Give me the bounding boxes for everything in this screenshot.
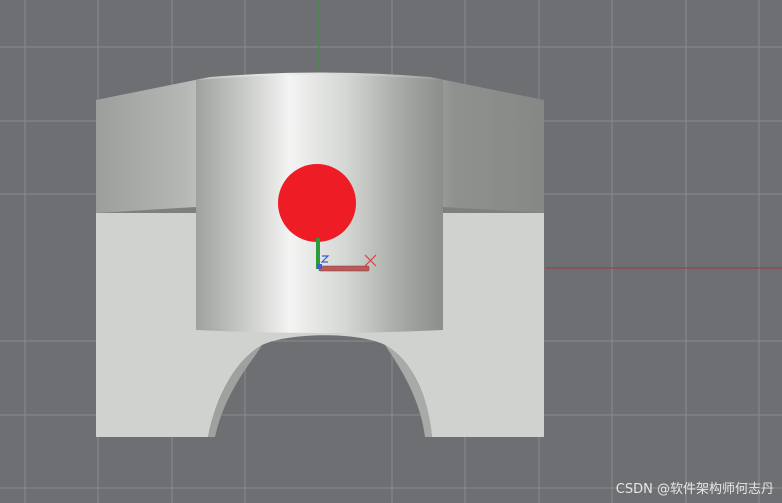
3d-viewport[interactable]: CSDN @软件架构师何志丹 <box>0 0 782 503</box>
watermark: CSDN @软件架构师何志丹 <box>615 482 774 497</box>
red-marker[interactable] <box>278 164 356 242</box>
viewport-scene[interactable] <box>0 0 782 503</box>
